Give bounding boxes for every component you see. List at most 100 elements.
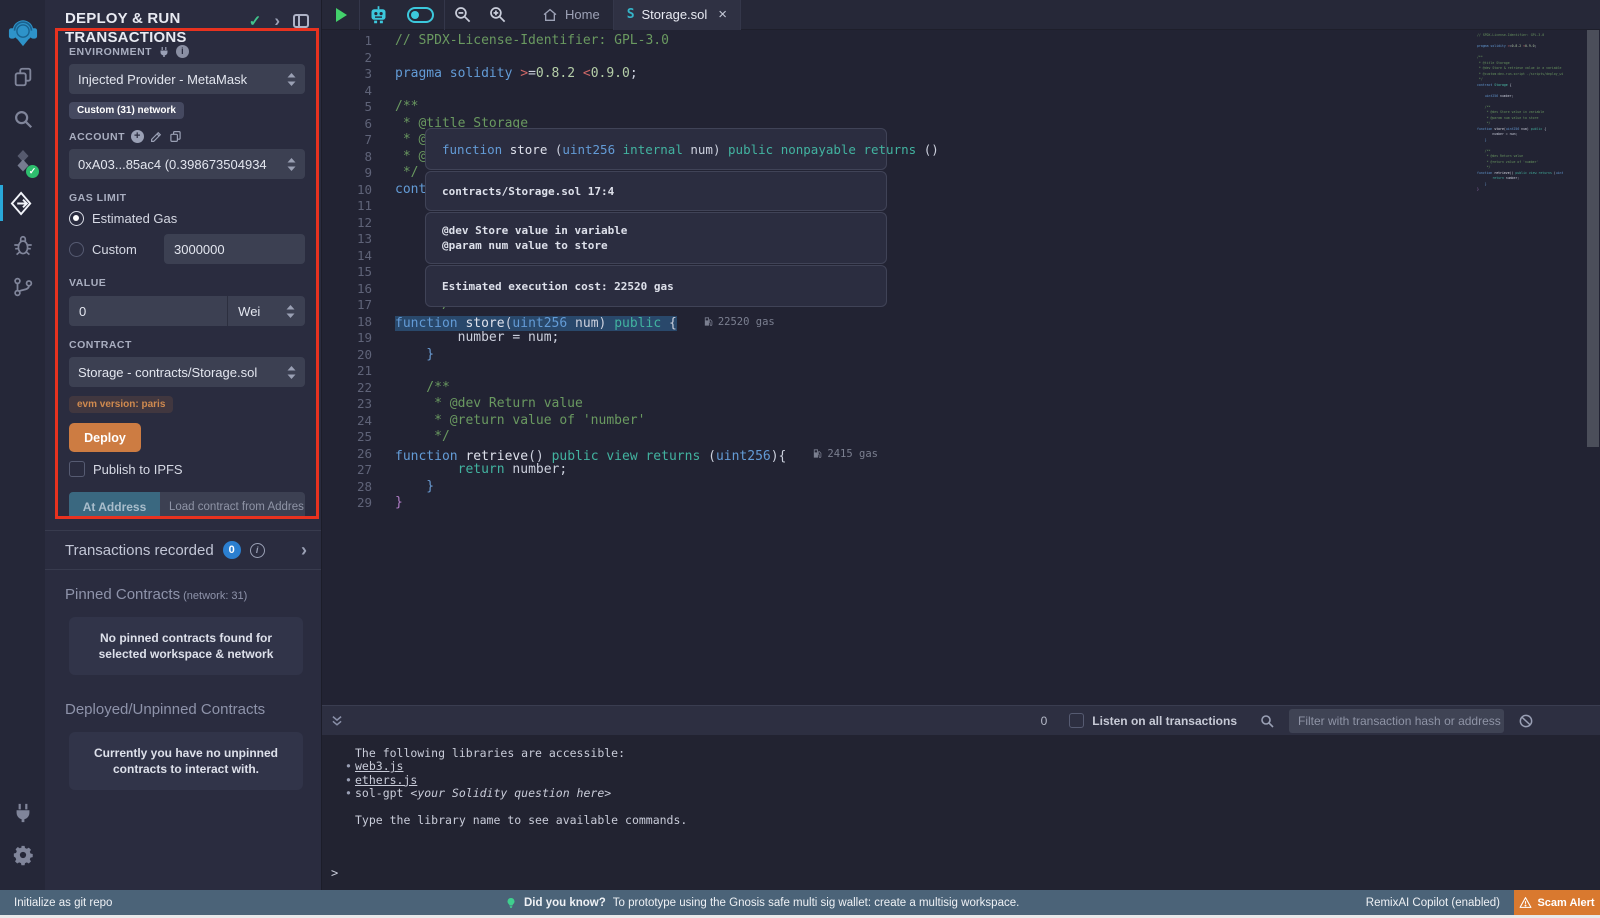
- code-line[interactable]: 23 * @dev Return value: [322, 396, 1600, 413]
- code-line[interactable]: 19 number = num;: [322, 330, 1600, 347]
- code-line[interactable]: 28 }: [322, 479, 1600, 496]
- estimated-gas-radio[interactable]: [69, 211, 84, 226]
- terminal[interactable]: The following libraries are accessible:•…: [322, 735, 1600, 890]
- remix-logo[interactable]: [0, 8, 45, 56]
- publish-ipfs-label: Publish to IPFS: [93, 462, 183, 477]
- terminal-line: •web3.js: [355, 760, 1600, 773]
- git-icon[interactable]: [0, 266, 45, 308]
- code-line[interactable]: 4: [322, 83, 1600, 100]
- code-line[interactable]: 22 /**: [322, 380, 1600, 397]
- search-icon[interactable]: [0, 98, 45, 140]
- close-tab-icon[interactable]: ×: [718, 6, 727, 23]
- line-number: 13: [322, 231, 372, 248]
- gas-estimate-widget: 2415 gas: [812, 446, 878, 463]
- code-line[interactable]: 29}: [322, 495, 1600, 512]
- code-line[interactable]: 25 */: [322, 429, 1600, 446]
- terminal-line: •sol-gpt <your Solidity question here>: [355, 787, 1600, 800]
- terminal-link[interactable]: web3.js: [355, 759, 403, 773]
- plugin-manager-icon[interactable]: [0, 792, 45, 834]
- lightbulb-icon: [505, 897, 517, 909]
- contract-select[interactable]: Storage - contracts/Storage.sol: [69, 357, 305, 387]
- solidity-compiler-icon[interactable]: ✓: [0, 140, 45, 182]
- sign-message-icon[interactable]: [150, 130, 163, 143]
- line-number: 22: [322, 380, 372, 397]
- tooltip-docs: @dev Store value in variable@param num v…: [425, 212, 887, 264]
- scam-alert-button[interactable]: Scam Alert: [1514, 890, 1600, 915]
- value-unit-select[interactable]: Wei: [227, 296, 305, 326]
- terminal-line: The following libraries are accessible:: [355, 747, 1600, 760]
- editor-minimap[interactable]: // SPDX-License-Identifier: GPL-3.0pragm…: [1477, 33, 1563, 193]
- tooltip-gas-cost: Estimated execution cost: 22520 gas: [425, 265, 887, 307]
- terminal-link[interactable]: ethers.js: [355, 773, 417, 787]
- code-line[interactable]: 2: [322, 50, 1600, 67]
- did-you-know-text: To prototype using the Gnosis safe multi…: [613, 897, 1020, 909]
- function-hover-tooltip: function store (uint256 internal num) pu…: [425, 128, 887, 308]
- pin-panel-icon[interactable]: [293, 14, 309, 28]
- settings-icon[interactable]: [0, 834, 45, 876]
- copy-account-icon[interactable]: [169, 130, 182, 143]
- file-explorer-icon[interactable]: [0, 56, 45, 98]
- code-line[interactable]: 20 }: [322, 347, 1600, 364]
- line-number: 21: [322, 363, 372, 380]
- listen-all-checkbox[interactable]: [1069, 713, 1084, 728]
- code-line[interactable]: 24 * @return value of 'number': [322, 413, 1600, 430]
- line-number: 17: [322, 297, 372, 314]
- code-line[interactable]: 21: [322, 363, 1600, 380]
- line-number: 12: [322, 215, 372, 232]
- tooltip-location: contracts/Storage.sol 17:4: [425, 171, 887, 211]
- code-line[interactable]: 3pragma solidity >=0.8.2 <0.9.0;: [322, 66, 1600, 83]
- code-line[interactable]: 26function retrieve() public view return…: [322, 446, 1600, 463]
- code-line[interactable]: 5/**: [322, 99, 1600, 116]
- zoom-out-icon[interactable]: [453, 5, 472, 24]
- at-address-input[interactable]: Load contract from Addres: [160, 492, 305, 519]
- expand-chevron-icon[interactable]: ›: [274, 15, 280, 27]
- line-number: 20: [322, 347, 372, 364]
- code-line[interactable]: 1// SPDX-License-Identifier: GPL-3.0: [322, 33, 1600, 50]
- code-line[interactable]: 18function store(uint256 num) public {22…: [322, 314, 1600, 331]
- line-number: 11: [322, 198, 372, 215]
- line-number: 5: [322, 99, 372, 116]
- clear-console-icon[interactable]: [1518, 713, 1534, 729]
- transactions-chevron-icon[interactable]: ›: [301, 540, 307, 561]
- terminal-prompt[interactable]: >: [331, 866, 338, 880]
- environment-info-icon[interactable]: i: [176, 45, 189, 58]
- zoom-in-icon[interactable]: [488, 5, 507, 24]
- custom-gas-radio[interactable]: [69, 242, 84, 257]
- value-input[interactable]: 0: [69, 296, 227, 326]
- tab-storage-sol[interactable]: S Storage.sol ×: [614, 0, 740, 30]
- pinned-contracts-title: Pinned Contracts (network: 31): [65, 586, 307, 603]
- transactions-info-icon[interactable]: i: [250, 543, 265, 558]
- collapse-terminal-icon[interactable]: [330, 714, 344, 728]
- line-number: 23: [322, 396, 372, 413]
- add-account-icon[interactable]: +: [131, 130, 144, 143]
- deploy-button[interactable]: Deploy: [69, 423, 141, 452]
- filter-transactions-input[interactable]: Filter with transaction hash or address: [1289, 709, 1504, 733]
- publish-ipfs-checkbox[interactable]: [69, 461, 85, 477]
- debugger-icon[interactable]: [0, 224, 45, 266]
- custom-gas-input[interactable]: 3000000: [164, 234, 305, 264]
- run-script-button[interactable]: [336, 8, 347, 22]
- status-bar: Initialize as git repo Did you know? To …: [0, 890, 1600, 915]
- fork-state-icon[interactable]: [158, 46, 170, 58]
- git-init-button[interactable]: Initialize as git repo: [14, 897, 112, 909]
- at-address-button[interactable]: At Address: [69, 492, 160, 519]
- copilot-toggle[interactable]: [407, 7, 434, 23]
- transactions-recorded-row[interactable]: Transactions recorded 0 i ›: [45, 530, 321, 570]
- code-line[interactable]: 27 return number;: [322, 462, 1600, 479]
- copilot-status[interactable]: RemixAI Copilot (enabled): [1366, 897, 1500, 909]
- environment-select[interactable]: Injected Provider - MetaMask: [69, 64, 305, 94]
- terminal-search-icon[interactable]: [1259, 713, 1275, 729]
- account-select[interactable]: 0xA03...85ac4 (0.398673504934: [69, 149, 305, 179]
- editor-toolbar: Home S Storage.sol ×: [322, 0, 1600, 30]
- line-number: 7: [322, 132, 372, 149]
- tab-home[interactable]: Home: [529, 0, 613, 30]
- line-number: 6: [322, 116, 372, 133]
- deploy-run-icon[interactable]: [0, 182, 45, 224]
- value-label: VALUE: [69, 277, 106, 289]
- custom-gas-label: Custom: [92, 242, 137, 257]
- line-number: 26: [322, 446, 372, 463]
- home-icon: [542, 7, 558, 23]
- editor-scrollbar[interactable]: [1587, 30, 1599, 447]
- line-number: 2: [322, 50, 372, 67]
- ai-copilot-icon[interactable]: [368, 4, 389, 25]
